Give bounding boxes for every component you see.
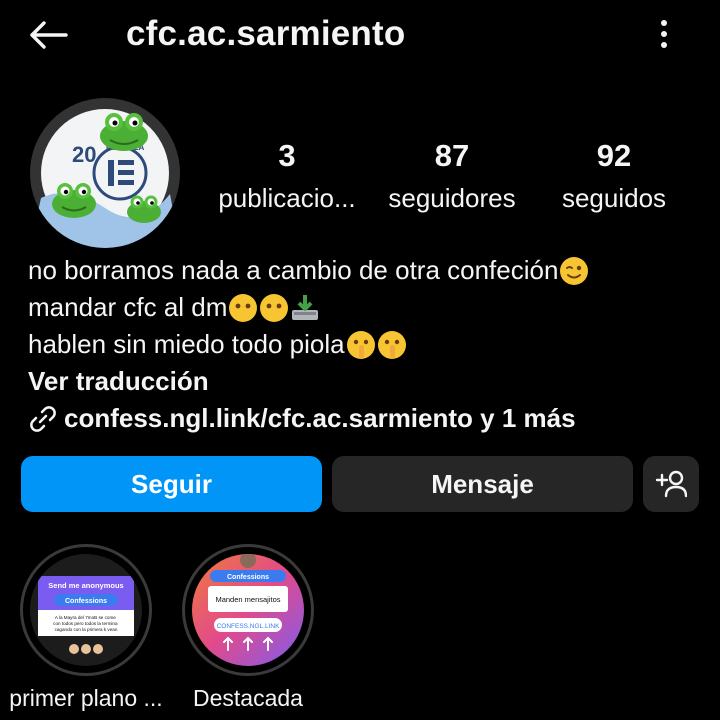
posts-label: publicacio... — [218, 183, 356, 213]
highlight-card-link: CONFESS.NGL.LINK — [217, 623, 281, 630]
message-button[interactable]: Mensaje — [332, 456, 633, 512]
see-translation-link[interactable]: Ver traducción — [28, 363, 708, 400]
no-mouth-face-icon — [260, 293, 289, 322]
following-count: 92 — [596, 138, 632, 173]
winking-face-icon — [560, 256, 589, 285]
inbox-tray-icon — [292, 294, 319, 320]
suggested-users-button[interactable] — [643, 456, 699, 512]
highlight-cover: Confessions Manden mensajitos CONFESS.NG… — [192, 554, 304, 666]
story-highlight[interactable]: Send me anonymous Confessions A la Mayra… — [20, 544, 152, 676]
following-label: seguidos — [561, 183, 667, 213]
top-bar: cfc.ac.sarmiento — [0, 0, 720, 70]
story-highlight[interactable]: Confessions Manden mensajitos CONFESS.NG… — [182, 544, 314, 676]
bio-line: hablen sin miedo todo piola — [28, 326, 708, 363]
highlight-card-text: Manden mensajitos — [215, 595, 280, 604]
bio-text: no borramos nada a cambio de otra confec… — [28, 255, 559, 285]
profile-username: cfc.ac.sarmiento — [126, 14, 406, 53]
profile-bio: no borramos nada a cambio de otra confec… — [28, 252, 708, 437]
bio-line: no borramos nada a cambio de otra confec… — [28, 252, 708, 289]
link-icon — [30, 405, 56, 432]
add-user-icon — [655, 470, 687, 498]
avatar-image: 20 ESCUELA — [30, 98, 180, 248]
no-mouth-face-icon — [229, 293, 258, 322]
highlight-card-badge: Confessions — [65, 598, 107, 605]
arrow-left-icon — [30, 21, 68, 49]
followers-count: 87 — [434, 138, 470, 173]
bio-text: mandar cfc al dm — [28, 292, 228, 322]
bio-text: hablen sin miedo todo piola — [28, 329, 345, 359]
highlight-card-title: Send me anonymous — [48, 581, 123, 590]
highlight-label: primer plano ... — [9, 685, 163, 711]
stat-posts[interactable]: 3 publicacio... — [216, 136, 358, 216]
more-vertical-icon — [661, 20, 667, 48]
highlight-label: Destacada — [193, 685, 303, 711]
highlight-card-text: A la Mayra del 7moB se come con todos pe… — [53, 615, 119, 632]
posts-count: 3 — [278, 138, 296, 173]
more-options-button[interactable] — [648, 14, 680, 54]
avatar-year-text: 20 — [72, 142, 96, 167]
bio-line: mandar cfc al dm — [28, 289, 708, 326]
stat-followers[interactable]: 87 seguidores — [386, 136, 518, 216]
followers-label: seguidores — [388, 183, 516, 213]
back-button[interactable] — [24, 14, 72, 56]
profile-link-text: confess.ngl.link/cfc.ac.sarmiento y 1 má… — [64, 403, 576, 433]
highlight-card-badge: Confessions — [227, 574, 269, 581]
profile-link[interactable]: confess.ngl.link/cfc.ac.sarmiento y 1 má… — [28, 400, 708, 437]
shushing-face-icon — [377, 330, 406, 359]
profile-avatar[interactable]: 20 ESCUELA — [30, 98, 180, 248]
stat-following[interactable]: 92 seguidos — [556, 136, 672, 216]
highlight-cover: Send me anonymous Confessions A la Mayra… — [30, 554, 142, 666]
shushing-face-icon — [346, 330, 375, 359]
follow-button[interactable]: Seguir — [21, 456, 322, 512]
